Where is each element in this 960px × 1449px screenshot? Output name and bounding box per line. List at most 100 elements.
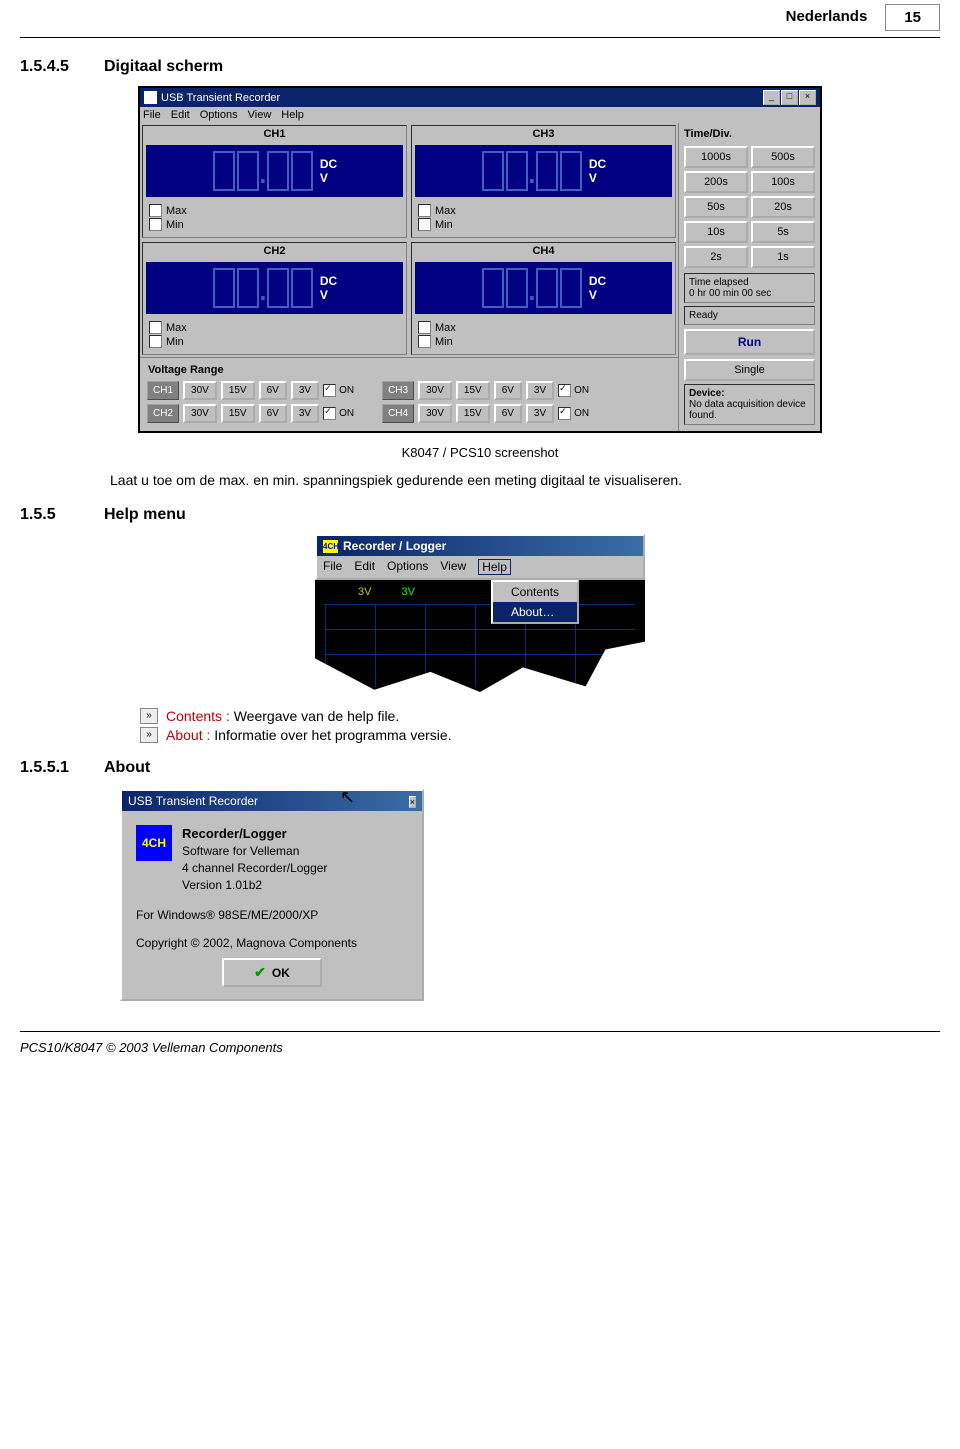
timediv-500s[interactable]: 500s (751, 146, 815, 168)
lang-label: Nederlands (786, 8, 886, 31)
dropdown-contents[interactable]: Contents (493, 582, 577, 602)
timediv-20s[interactable]: 20s (751, 196, 815, 218)
vr-ch4-6v[interactable]: 6V (494, 404, 522, 423)
menu2-help[interactable]: Help (478, 559, 511, 575)
run-button[interactable]: Run (684, 329, 815, 355)
titlebar-2: 4CH Recorder / Logger (317, 536, 643, 556)
screenshot-caption: K8047 / PCS10 screenshot (20, 445, 940, 460)
ch4-panel: CH4 . DCV Max Min (411, 242, 676, 355)
help-dropdown: Contents About… (491, 580, 579, 624)
ch3-display: . DCV (415, 145, 672, 197)
menu-file[interactable]: File (143, 109, 161, 121)
voltage-range-panel: Voltage Range CH1 30V 15V 6V 3V ON CH2 3… (140, 357, 678, 428)
app-icon (144, 91, 157, 104)
bullet-icon: » (140, 708, 158, 724)
section-1545: 1.5.4.5 Digitaal scherm (20, 58, 940, 76)
section-155: 1.5.5 Help menu (20, 506, 940, 524)
ch2-max-checkbox[interactable] (149, 321, 162, 334)
bullet-list: » Contents : Weergave van de help file. … (140, 708, 940, 743)
app-recorder-logger: 4CH Recorder / Logger File Edit Options … (315, 534, 645, 692)
time-elapsed-box: Time elapsed 0 hr 00 min 00 sec (684, 273, 815, 303)
menu-view[interactable]: View (248, 109, 272, 121)
timediv-1000s[interactable]: 1000s (684, 146, 748, 168)
ch3-min-checkbox[interactable] (418, 218, 431, 231)
single-button[interactable]: Single (684, 359, 815, 381)
menu2-edit[interactable]: Edit (354, 559, 375, 575)
about-4ch-icon: 4CH (136, 825, 172, 861)
bullet-icon: » (140, 727, 158, 743)
ok-button[interactable]: ✔ OK (222, 958, 322, 987)
menu-options[interactable]: Options (200, 109, 238, 121)
minimize-icon[interactable]: _ (763, 90, 780, 105)
vr-ch2-15v[interactable]: 15V (221, 404, 255, 423)
menu2-view[interactable]: View (440, 559, 466, 575)
ch1-max-checkbox[interactable] (149, 204, 162, 217)
plot-area: 3V 3V (315, 580, 645, 692)
page-number: 15 (885, 4, 940, 31)
menu-edit[interactable]: Edit (171, 109, 190, 121)
vr-ch3-3v[interactable]: 3V (526, 381, 554, 400)
app-icon-4ch: 4CH (323, 540, 338, 553)
dropdown-about[interactable]: About… (493, 602, 577, 622)
section-1551: 1.5.5.1 About (20, 759, 940, 777)
vr-ch4-on-checkbox[interactable] (558, 407, 571, 420)
close-icon[interactable]: × (799, 90, 816, 105)
cursor-icon: ↖ (340, 787, 355, 808)
maximize-icon[interactable]: □ (781, 90, 798, 105)
menu2-options[interactable]: Options (387, 559, 428, 575)
vr-ch1-on-checkbox[interactable] (323, 384, 336, 397)
vr-ch1-15v[interactable]: 15V (221, 381, 255, 400)
device-box: Device: No data acquisition device found… (684, 384, 815, 425)
ch4-min-checkbox[interactable] (418, 335, 431, 348)
vr-ch1-30v[interactable]: 30V (183, 381, 217, 400)
ch4-display: . DCV (415, 262, 672, 314)
side-panel: Time/Div. 1000s 500s 200s 100s 50s 20s 1… (678, 123, 820, 431)
vr-ch4-3v[interactable]: 3V (526, 404, 554, 423)
vr-ch4-label: CH4 (382, 404, 414, 423)
timediv-1s[interactable]: 1s (751, 246, 815, 268)
ch1-min-checkbox[interactable] (149, 218, 162, 231)
about-title: USB Transient Recorder (128, 794, 258, 808)
vr-ch1-6v[interactable]: 6V (259, 381, 287, 400)
vr-ch4-30v[interactable]: 30V (418, 404, 452, 423)
window-title-2: Recorder / Logger (343, 539, 446, 553)
vr-ch2-on-checkbox[interactable] (323, 407, 336, 420)
ch1-display: . DCV (146, 145, 403, 197)
ch2-panel: CH2 . DCV Max Min (142, 242, 407, 355)
menubar-2: File Edit Options View Help (317, 556, 643, 578)
page-header: Nederlands 15 (20, 0, 940, 38)
ch3-panel: CH3 . DCV Max Min (411, 125, 676, 238)
timediv-2s[interactable]: 2s (684, 246, 748, 268)
menu2-file[interactable]: File (323, 559, 342, 575)
timediv-200s[interactable]: 200s (684, 171, 748, 193)
vr-ch3-on-checkbox[interactable] (558, 384, 571, 397)
timediv-50s[interactable]: 50s (684, 196, 748, 218)
ch1-panel: CH1 . DCV Max Min (142, 125, 407, 238)
vr-ch2-3v[interactable]: 3V (291, 404, 319, 423)
page-footer: PCS10/K8047 © 2003 Velleman Components (20, 1031, 940, 1063)
timediv-10s[interactable]: 10s (684, 221, 748, 243)
titlebar: USB Transient Recorder _ □ × (140, 88, 820, 107)
about-dialog: USB Transient Recorder ↖ × 4CH Recorder/… (120, 789, 424, 1001)
vr-ch3-6v[interactable]: 6V (494, 381, 522, 400)
menu-help[interactable]: Help (281, 109, 304, 121)
vr-ch2-6v[interactable]: 6V (259, 404, 287, 423)
check-icon: ✔ (254, 964, 266, 981)
timediv-100s[interactable]: 100s (751, 171, 815, 193)
vr-ch2-30v[interactable]: 30V (183, 404, 217, 423)
window-title: USB Transient Recorder (161, 92, 280, 104)
vr-ch4-15v[interactable]: 15V (456, 404, 490, 423)
ch3-max-checkbox[interactable] (418, 204, 431, 217)
vr-ch3-15v[interactable]: 15V (456, 381, 490, 400)
section-description: Laat u toe om de max. en min. spanningsp… (110, 472, 940, 488)
ch2-min-checkbox[interactable] (149, 335, 162, 348)
ch4-max-checkbox[interactable] (418, 321, 431, 334)
vr-ch3-30v[interactable]: 30V (418, 381, 452, 400)
timediv-5s[interactable]: 5s (751, 221, 815, 243)
ch2-display: . DCV (146, 262, 403, 314)
about-close-icon[interactable]: × (409, 796, 416, 808)
vr-ch1-3v[interactable]: 3V (291, 381, 319, 400)
menubar: File Edit Options View Help (140, 107, 820, 123)
status-ready: Ready (684, 306, 815, 325)
app-transient-recorder: USB Transient Recorder _ □ × File Edit O… (138, 86, 822, 433)
